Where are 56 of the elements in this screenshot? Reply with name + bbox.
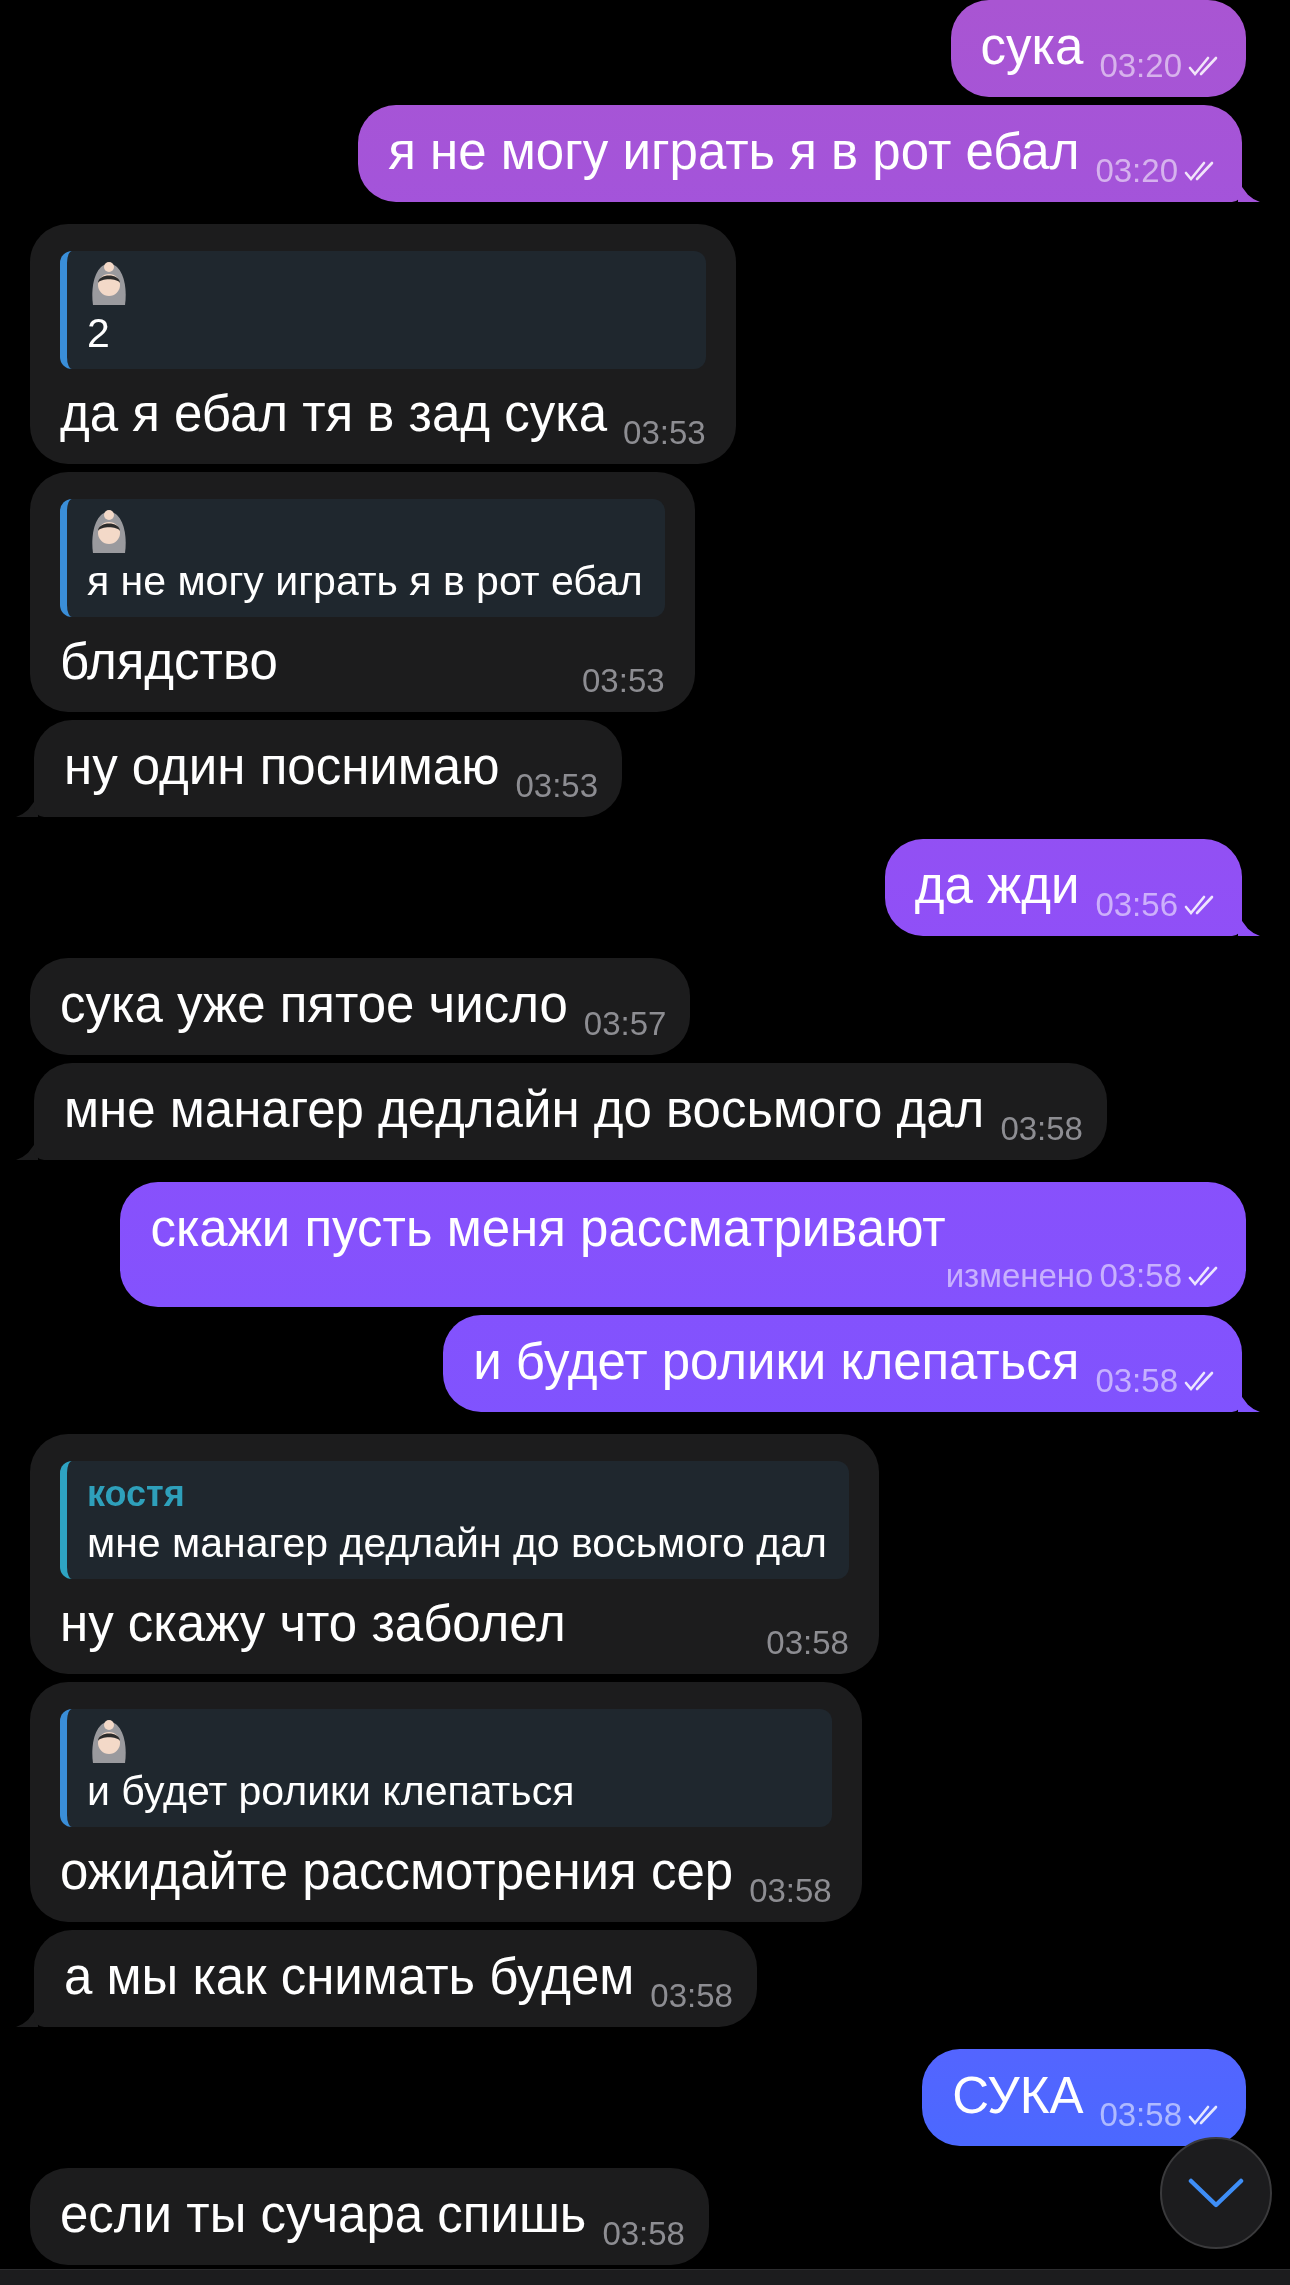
message-time: 03:58: [1099, 1256, 1182, 1296]
edited-label: изменено: [945, 1257, 1094, 1296]
outgoing-message-bubble[interactable]: сука 03:20: [950, 0, 1246, 97]
message-text: да жди: [914, 856, 1080, 916]
message-time: 03:20: [1095, 151, 1178, 191]
message-time: 03:58: [749, 1871, 832, 1911]
quote-text: я не могу играть я в рот ебал: [87, 557, 643, 606]
message-time: 03:53: [582, 661, 665, 701]
message-text: блядство: [60, 632, 278, 692]
message-time: 03:58: [650, 1976, 733, 2016]
message-time: 03:53: [515, 766, 599, 806]
outgoing-message-bubble[interactable]: СУКА 03:58: [922, 2049, 1246, 2146]
message-text: ну скажу что заболел: [60, 1594, 566, 1654]
outgoing-message-bubble[interactable]: и будет ролики клепаться 03:58: [443, 1315, 1242, 1412]
reply-quote[interactable]: костя мне манагер дедлайн до восьмого дал: [60, 1461, 849, 1579]
message-time: 03:58: [766, 1623, 849, 1663]
message-text: да я ебал тя в зад сука: [60, 384, 608, 444]
message-text: и будет ролики клепаться: [473, 1332, 1080, 1392]
incoming-message-bubble[interactable]: сука уже пятое число 03:57: [30, 958, 691, 1055]
message-time: 03:57: [583, 1004, 667, 1044]
quote-text: и будет ролики клепаться: [87, 1767, 575, 1816]
message-time: 03:56: [1095, 885, 1178, 925]
chevron-down-icon: [1188, 2178, 1244, 2208]
incoming-message-bubble[interactable]: и будет ролики клепаться ожидайте рассмотрения сер 03:58: [30, 1682, 862, 1922]
message-text: СУКА: [952, 2066, 1084, 2126]
message-time: 03:58: [1095, 1361, 1178, 1401]
incoming-message-bubble[interactable]: костя мне манагер дедлайн до восьмого дал ну скажу что заболел 03:58: [30, 1434, 879, 1674]
message-time: 03:20: [1099, 46, 1182, 86]
message-text: сука: [980, 17, 1084, 77]
message-text: я не могу играть я в рот ебал: [388, 122, 1080, 182]
message-text: а мы как снимать будем: [64, 1947, 635, 2007]
message-text: сука уже пятое число: [60, 975, 568, 1035]
message-text: ожидайте рассмотрения сер: [60, 1842, 734, 1902]
incoming-message-bubble[interactable]: если ты сучара спишь 03:58: [30, 2168, 709, 2265]
incoming-message-bubble[interactable]: 2 да я ебал тя в зад сука 03:53: [30, 224, 736, 464]
message-text: скажи пусть меня рассматривают: [150, 1199, 946, 1259]
quote-text: 2: [87, 309, 110, 358]
message-text: мне манагер дедлайн до восьмого дал: [64, 1080, 985, 1140]
outgoing-message-bubble[interactable]: скажи пусть меня рассматривают изменено 03:58: [120, 1182, 1246, 1307]
message-time: 03:53: [623, 413, 706, 453]
reply-quote[interactable]: и будет ролики клепаться: [60, 1709, 832, 1827]
incoming-message-bubble[interactable]: я не могу играть я в рот ебал блядство 03:53: [30, 472, 695, 712]
incoming-message-bubble[interactable]: а мы как снимать будем 03:58: [34, 1930, 757, 2027]
quote-author: костя: [87, 1472, 185, 1516]
incoming-message-bubble[interactable]: мне манагер дедлайн до восьмого дал 03:58: [34, 1063, 1107, 1160]
message-time: 03:58: [1099, 2095, 1182, 2135]
incoming-message-bubble[interactable]: ну один поснимаю 03:53: [34, 720, 623, 817]
outgoing-message-bubble[interactable]: я не могу играть я в рот ебал 03:20: [358, 105, 1242, 202]
reply-quote[interactable]: я не могу играть я в рот ебал: [60, 499, 665, 617]
message-time: 03:58: [602, 2214, 685, 2254]
quote-text: мне манагер дедлайн до восьмого дал: [87, 1519, 827, 1568]
message-text: ну один поснимаю: [64, 737, 500, 797]
message-time: 03:58: [1000, 1109, 1083, 1149]
reply-quote[interactable]: 2: [60, 251, 706, 369]
outgoing-message-bubble[interactable]: да жди 03:56: [884, 839, 1242, 936]
message-text: если ты сучара спишь: [60, 2185, 587, 2245]
